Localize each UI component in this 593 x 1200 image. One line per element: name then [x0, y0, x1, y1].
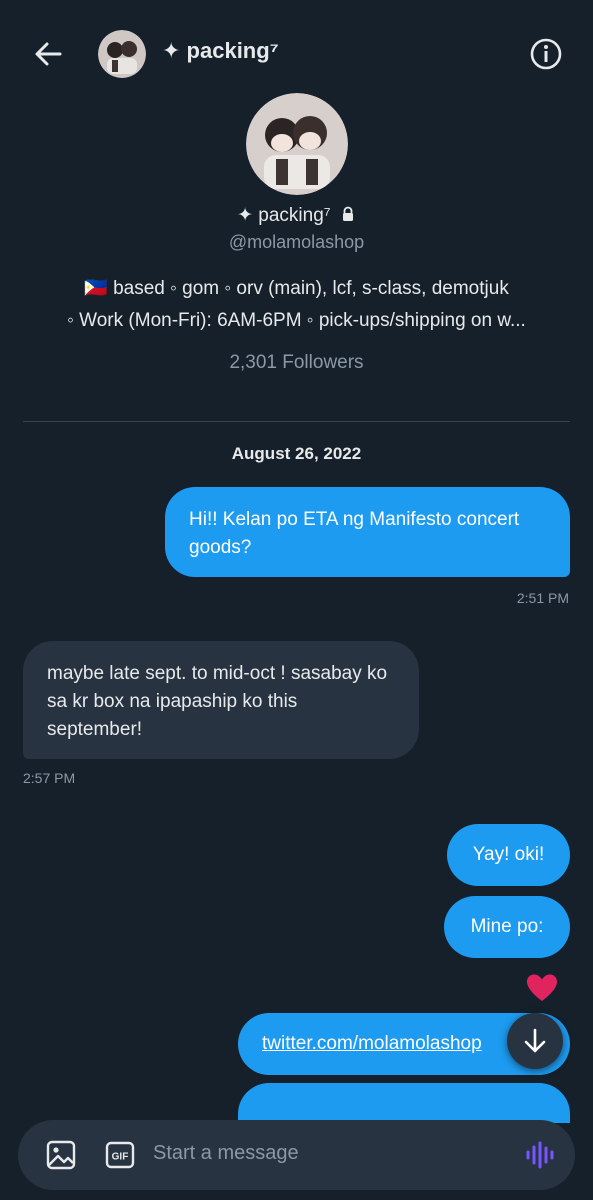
- back-button[interactable]: [30, 36, 66, 72]
- header-avatar[interactable]: [98, 30, 146, 78]
- gif-label: GIF: [112, 1152, 129, 1163]
- bio-line-1: 🇵🇭 based ◦ gom ◦ orv (main), lcf, s-clas…: [84, 278, 509, 299]
- info-circle-icon: [530, 38, 562, 70]
- message-time: 2:51 PM: [516, 590, 569, 606]
- message-text: Hi!! Kelan po ETA ng Manifesto concert g…: [189, 509, 520, 558]
- bio-line-2: ◦ Work (Mon-Fri): 6AM-6PM ◦ pick-ups/shi…: [67, 310, 526, 331]
- message-text: Yay! oki!: [472, 844, 545, 865]
- profile-avatar[interactable]: [246, 93, 348, 195]
- message-composer: GIF Start a message: [18, 1120, 575, 1190]
- divider: [23, 421, 570, 422]
- message-bubble-sent-partial[interactable]: [238, 1083, 570, 1123]
- message-time: 2:57 PM: [23, 770, 76, 786]
- lock-icon: [342, 206, 353, 221]
- header-name[interactable]: ✦ packing⁷: [162, 38, 279, 64]
- message-input[interactable]: Start a message: [153, 1142, 299, 1165]
- voice-message-button[interactable]: [523, 1139, 555, 1171]
- conversation-date: August 26, 2022: [231, 444, 362, 463]
- add-image-button[interactable]: [45, 1139, 77, 1171]
- message-bubble-received[interactable]: maybe late sept. to mid-oct ! sasabay ko…: [23, 641, 419, 759]
- message-bubble-sent[interactable]: Mine po:: [444, 896, 570, 958]
- scroll-to-bottom-button[interactable]: [507, 1013, 563, 1069]
- message-bubble-sent[interactable]: Hi!! Kelan po ETA ng Manifesto concert g…: [165, 487, 570, 577]
- profile-avatar-image: [98, 30, 146, 78]
- add-gif-button[interactable]: GIF: [104, 1139, 136, 1171]
- message-link[interactable]: twitter.com/molamolashop: [262, 1033, 482, 1054]
- profile-name: ✦ packing⁷: [237, 205, 331, 226]
- heart-icon: [527, 974, 557, 1001]
- heart-reaction[interactable]: [526, 973, 558, 1003]
- image-icon: [46, 1140, 76, 1170]
- arrow-left-icon: [35, 42, 62, 66]
- message-text: maybe late sept. to mid-oct ! sasabay ko…: [47, 663, 388, 740]
- profile-name-row: ✦ packing⁷: [0, 204, 593, 227]
- voice-waveform-icon: [526, 1141, 554, 1169]
- info-button[interactable]: [528, 36, 564, 72]
- followers-count[interactable]: 2,301 Followers: [0, 352, 593, 374]
- profile-avatar-image: [246, 93, 348, 195]
- gif-icon: GIF: [105, 1141, 135, 1169]
- message-text: Mine po:: [470, 916, 544, 937]
- profile-handle: @molamolashop: [228, 232, 365, 252]
- message-bubble-sent[interactable]: Yay! oki!: [447, 824, 570, 886]
- arrow-down-icon: [524, 1028, 546, 1053]
